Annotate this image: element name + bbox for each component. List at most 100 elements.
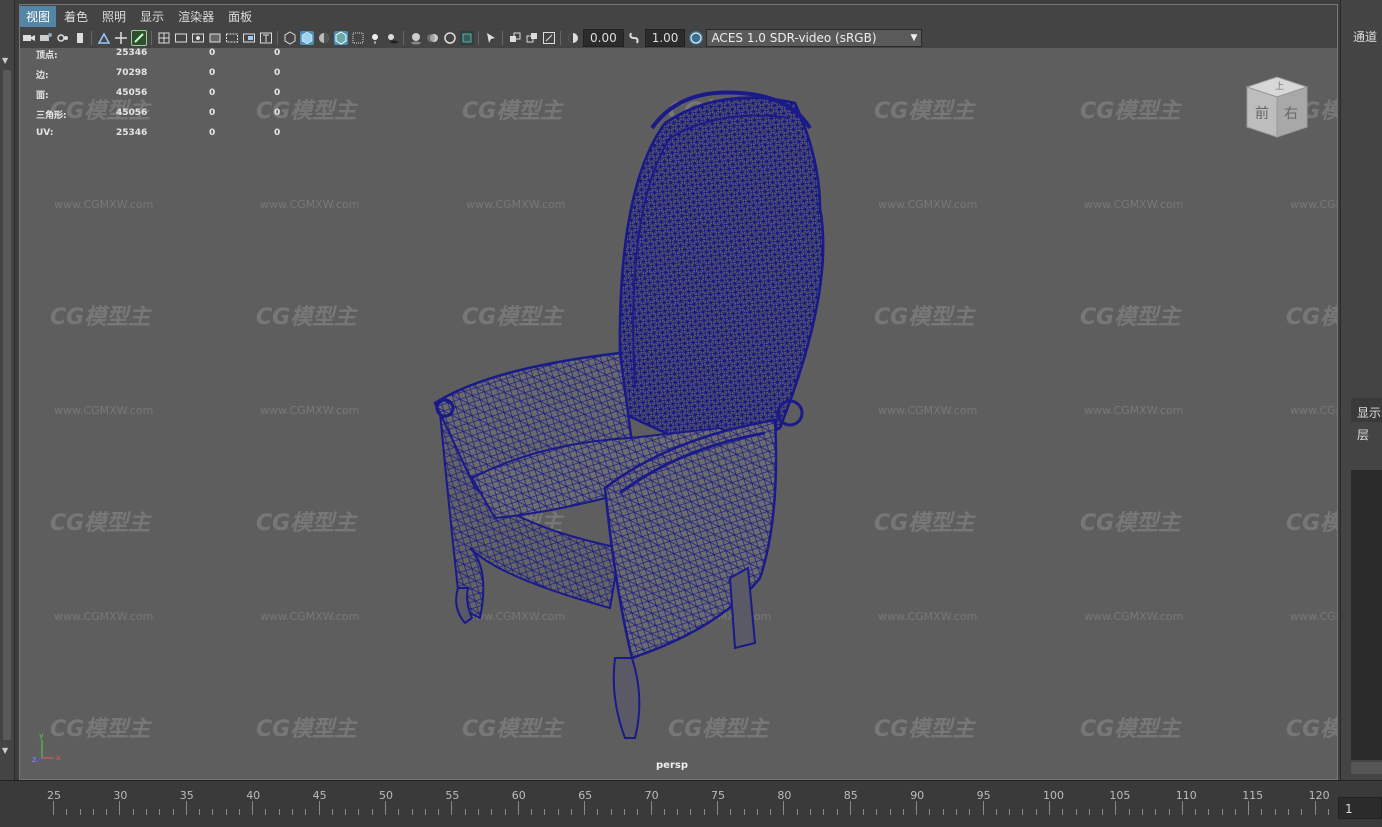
viewcube-right-label[interactable]: 右: [1284, 106, 1298, 122]
pan-zoom-icon[interactable]: [114, 31, 128, 45]
frame-tick-label: 100: [1043, 789, 1064, 802]
frame-tick: [956, 809, 958, 815]
shadows-icon[interactable]: [385, 31, 399, 45]
frame-tick: [717, 801, 718, 815]
channels-tab[interactable]: 通道: [1353, 28, 1377, 45]
layer-scrollbar[interactable]: [1351, 762, 1382, 774]
frame-tick: [756, 809, 758, 815]
image-plane-icon[interactable]: [73, 31, 87, 45]
frame-tick: [252, 801, 254, 815]
color-management-icon[interactable]: [688, 30, 703, 45]
menu-renderer[interactable]: 渲染器: [172, 6, 220, 27]
frame-tick: [624, 809, 626, 815]
gamma-field[interactable]: 1.00: [644, 28, 686, 47]
frame-tick: [345, 809, 347, 815]
viewcube-top-label[interactable]: 上: [1275, 81, 1284, 92]
frame-tick: [438, 809, 440, 815]
frame-tick: [730, 809, 732, 815]
wireframe-on-shaded-icon[interactable]: [333, 30, 348, 45]
frame-tick: [1035, 809, 1037, 815]
grid-icon[interactable]: [157, 31, 171, 45]
frame-tick: [743, 809, 745, 815]
left-scroll-strip[interactable]: ▼ ▼: [0, 0, 15, 780]
frame-tick: [1314, 801, 1316, 815]
frame-tick: [916, 801, 918, 815]
frame-tick: [292, 809, 294, 815]
frame-tick-label: 90: [910, 789, 925, 802]
screen-space-ao-icon[interactable]: [409, 31, 423, 45]
backface-culling-icon[interactable]: [525, 31, 539, 45]
viewcube-icon[interactable]: 上 前 右: [1242, 72, 1312, 142]
xray-joints-icon[interactable]: [508, 31, 522, 45]
frame-tick-label: 120: [1308, 789, 1330, 802]
chair-wireframe-model[interactable]: [20, 48, 1337, 779]
frame-tick: [92, 809, 94, 815]
frame-tick: [995, 809, 997, 815]
frame-tick: [836, 809, 838, 815]
panel-menu-bar: 视图 着色 照明 显示 渲染器 面板: [20, 5, 1337, 27]
camera-attributes-icon[interactable]: [39, 31, 53, 45]
frame-tick: [942, 809, 944, 815]
frame-tick: [225, 809, 227, 815]
layer-list[interactable]: [1351, 470, 1382, 760]
anti-alias-icon[interactable]: [443, 31, 457, 45]
scroll-up-arrow-icon[interactable]: ▼: [2, 56, 8, 65]
menu-shading[interactable]: 着色: [58, 6, 94, 27]
frame-tick: [424, 809, 426, 815]
xray-icon[interactable]: [351, 31, 365, 45]
frame-tick: [544, 809, 546, 815]
safe-action-icon[interactable]: [242, 31, 256, 45]
camera-icon[interactable]: [22, 31, 36, 45]
frame-tick-label: 30: [113, 789, 128, 802]
default-material-icon[interactable]: [317, 31, 331, 45]
frame-tick: [677, 809, 679, 815]
safe-title-icon[interactable]: [259, 31, 273, 45]
scroll-down-arrow-icon[interactable]: ▼: [2, 746, 8, 755]
menu-show[interactable]: 显示: [134, 6, 170, 27]
frame-tick: [1022, 809, 1024, 815]
resolution-gate-icon[interactable]: [191, 31, 205, 45]
gate-mask-icon[interactable]: [208, 31, 222, 45]
frame-tick: [517, 801, 519, 815]
frame-tick: [1075, 809, 1077, 815]
display-tab[interactable]: 显示: [1357, 404, 1381, 421]
menu-lighting[interactable]: 照明: [96, 6, 132, 27]
frame-tick: [1155, 809, 1157, 815]
left-scrollbar-thumb[interactable]: [3, 70, 11, 740]
time-slider[interactable]: 25 30 35 40 45 50 55 60 65 70 75 80 85 90 95 100 105 110 1…: [0, 780, 1382, 827]
layer-menu[interactable]: 层: [1357, 426, 1369, 443]
wireframe-icon[interactable]: [283, 30, 297, 45]
2d-pan-icon[interactable]: [97, 31, 111, 45]
frame-tick: [969, 809, 971, 815]
chevron-down-icon: ▼: [910, 32, 918, 43]
frame-all-icon[interactable]: [542, 31, 556, 45]
field-chart-icon[interactable]: [225, 31, 239, 45]
xray-active-icon[interactable]: [484, 31, 498, 45]
viewcube-front-label[interactable]: 前: [1255, 105, 1269, 122]
film-gate-icon[interactable]: [174, 31, 188, 45]
frame-tick: [597, 809, 599, 815]
isolate-select-icon[interactable]: [459, 30, 474, 45]
frame-tick: [464, 809, 466, 815]
current-frame-field[interactable]: 1: [1338, 797, 1382, 819]
menu-panels[interactable]: 面板: [222, 6, 258, 27]
perspective-viewport[interactable]: CG模型主 www.CGMXW.com CG模型主 www.CGMXW.com CG模型…: [20, 48, 1337, 779]
color-space-dropdown[interactable]: ACES 1.0 SDR-video (sRGB) ▼: [706, 28, 923, 47]
bookmark-icon[interactable]: [56, 31, 70, 45]
hud-value: 0: [209, 48, 216, 58]
motion-blur-icon[interactable]: [426, 31, 440, 45]
frame-tick: [1141, 809, 1143, 815]
gamma-icon[interactable]: [627, 31, 641, 45]
exposure-field[interactable]: 0.00: [583, 28, 624, 47]
smooth-shade-icon[interactable]: [299, 30, 314, 45]
camera-name-label: persp: [656, 760, 688, 771]
frame-tick: [1102, 809, 1104, 815]
use-all-lights-icon[interactable]: [368, 31, 382, 45]
grease-pencil-icon[interactable]: [130, 29, 147, 46]
frame-tick-label: 35: [179, 789, 194, 802]
axis-gizmo-icon: y x z: [32, 731, 61, 764]
frame-tick: [796, 809, 798, 815]
frame-tick: [1088, 809, 1090, 815]
menu-view[interactable]: 视图: [20, 5, 57, 27]
exposure-icon[interactable]: [566, 31, 580, 45]
